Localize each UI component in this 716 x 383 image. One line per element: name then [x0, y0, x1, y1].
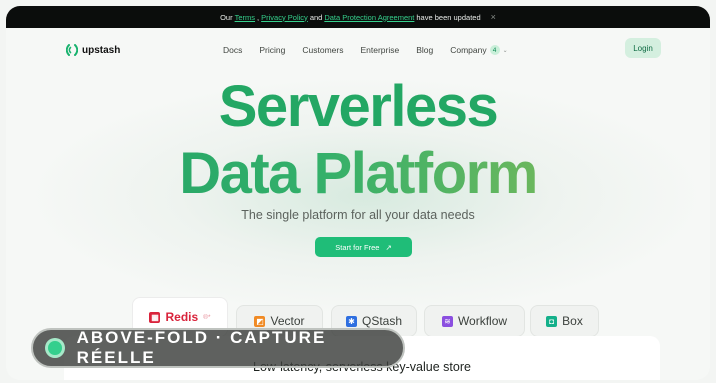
tab-redis-tag: ®*: [203, 313, 211, 321]
vector-icon: ◩: [254, 315, 266, 327]
main-nav: upstash Docs Pricing Customers Enterpris…: [6, 38, 710, 62]
redis-icon: ▦: [149, 311, 161, 323]
hero-title-line1: Serverless: [218, 74, 499, 139]
brand-logo[interactable]: upstash: [66, 43, 120, 57]
privacy-policy-link[interactable]: Privacy Policy: [261, 13, 308, 22]
capture-overlay-badge: ABOVE-FOLD · CAPTURE RÉELLE: [31, 328, 405, 368]
cta-label: Start for Free: [335, 242, 380, 252]
nav-item-company-label: Company: [450, 45, 487, 55]
status-dot-icon: [45, 338, 65, 358]
nav-item-docs[interactable]: Docs: [223, 45, 242, 55]
tab-box-label: Box: [562, 314, 583, 328]
close-icon[interactable]: ×: [491, 12, 496, 22]
hero-title-line2: Data Platform: [6, 143, 710, 205]
tab-qstash-label: QStash: [361, 314, 403, 328]
dpa-link[interactable]: Data Protection Agreement: [324, 13, 414, 22]
tab-vector-label: Vector: [270, 314, 305, 328]
workflow-icon: ≋: [441, 315, 453, 327]
start-for-free-button[interactable]: Start for Free ↗: [315, 237, 412, 257]
chevron-down-icon: ⌄: [502, 47, 508, 54]
announcement-sep: ,: [257, 12, 260, 22]
upstash-logo-icon: [66, 44, 78, 56]
nav-item-pricing[interactable]: Pricing: [259, 45, 285, 55]
brand-name: upstash: [82, 44, 121, 56]
announcement-bar: Our Terms , Privacy Policy and Data Prot…: [6, 6, 710, 28]
tab-redis-label: Redis: [165, 310, 199, 324]
hero-subtitle: The single platform for all your data ne…: [241, 208, 475, 222]
tab-workflow[interactable]: ≋ Workflow: [424, 305, 525, 337]
company-count-badge: 4: [489, 45, 500, 55]
announcement-prefix: Our: [220, 12, 233, 22]
nav-item-customers[interactable]: Customers: [302, 45, 343, 55]
nav-item-company[interactable]: Company 4 ⌄: [450, 45, 508, 55]
tab-workflow-label: Workflow: [457, 314, 508, 328]
announcement-suffix: have been updated: [416, 12, 481, 22]
nav-item-enterprise[interactable]: Enterprise: [360, 45, 399, 55]
page-frame: Our Terms , Privacy Policy and Data Prot…: [6, 6, 710, 380]
qstash-icon: ✱: [345, 315, 357, 327]
announcement-and: and: [309, 12, 323, 22]
nav-item-blog[interactable]: Blog: [416, 45, 433, 55]
nav-menu: Docs Pricing Customers Enterprise Blog C…: [223, 45, 508, 55]
capture-overlay-text: ABOVE-FOLD · CAPTURE RÉELLE: [76, 328, 327, 367]
terms-link[interactable]: Terms: [235, 13, 255, 22]
login-button[interactable]: Login: [625, 38, 661, 58]
box-icon: ◘: [546, 315, 558, 327]
tab-box[interactable]: ◘ Box: [530, 305, 599, 337]
arrow-up-right-icon: ↗: [385, 242, 392, 252]
